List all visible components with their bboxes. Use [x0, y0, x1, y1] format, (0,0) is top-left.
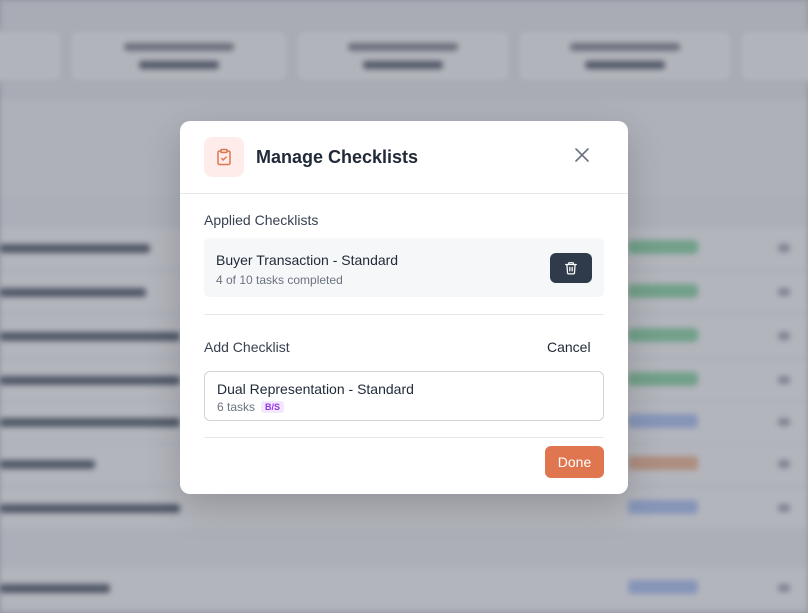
clipboard-check-icon	[204, 137, 244, 177]
remove-checklist-button[interactable]	[550, 253, 592, 283]
add-checklist-label: Add Checklist	[204, 339, 290, 355]
applied-checklist-name: Buyer Transaction - Standard	[216, 252, 399, 268]
dialog-header: Manage Checklists	[180, 121, 628, 194]
close-button[interactable]	[570, 143, 594, 167]
section-divider	[204, 314, 604, 315]
applied-checklist-item: Buyer Transaction - Standard 4 of 10 tas…	[204, 238, 604, 297]
checklist-option-task-count: 6 tasks	[217, 400, 256, 414]
footer-divider	[204, 437, 604, 438]
done-button[interactable]: Done	[545, 446, 604, 478]
checklist-option-tag: B/S	[261, 401, 285, 413]
applied-checklist-progress: 4 of 10 tasks completed	[216, 273, 343, 287]
checklist-option-name: Dual Representation - Standard	[217, 381, 414, 397]
dialog-title: Manage Checklists	[256, 147, 419, 167]
cancel-add-checklist-button[interactable]: Cancel	[547, 339, 591, 355]
trash-icon	[565, 262, 577, 275]
checklist-option-meta: 6 tasks B/S	[217, 400, 285, 414]
close-icon	[575, 148, 589, 162]
manage-checklists-dialog: Manage Checklists Applied Checklists Buy…	[180, 121, 628, 494]
applied-checklists-label: Applied Checklists	[204, 212, 319, 228]
checklist-option[interactable]: Dual Representation - Standard 6 tasks B…	[204, 371, 604, 421]
